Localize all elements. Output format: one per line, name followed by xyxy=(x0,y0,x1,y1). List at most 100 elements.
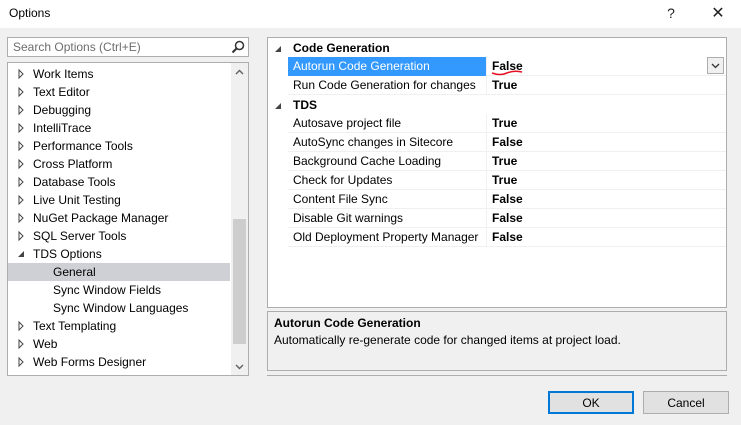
description-title: Autorun Code Generation xyxy=(274,316,421,330)
property-name-cell[interactable]: Old Deployment Property Manager xyxy=(288,228,487,247)
cancel-button[interactable]: Cancel xyxy=(643,391,729,414)
tree-expander[interactable] xyxy=(16,249,26,259)
tree-item[interactable]: Sync Window Fields xyxy=(8,281,230,299)
tree-item[interactable]: IntelliTrace xyxy=(8,119,230,137)
tree-item-label: SQL Server Tools xyxy=(33,229,127,243)
tree-item[interactable]: Text Templating xyxy=(8,317,230,335)
tree-item-label: NuGet Package Manager xyxy=(33,211,169,225)
tree-expander[interactable] xyxy=(16,87,26,97)
property-row[interactable]: Disable Git warnings False xyxy=(288,209,726,228)
tree-expander[interactable] xyxy=(16,159,26,169)
tree-scrollbar[interactable] xyxy=(231,63,248,375)
description-text: Automatically re-generate code for chang… xyxy=(274,333,621,347)
property-row[interactable]: Autosave project file True xyxy=(288,114,726,133)
tree-item[interactable]: Live Unit Testing xyxy=(8,191,230,209)
chevron-right-icon xyxy=(18,159,24,169)
property-value[interactable]: False xyxy=(492,211,523,225)
chevron-right-icon xyxy=(18,213,24,223)
tree-expander[interactable] xyxy=(16,69,26,79)
tree-item[interactable]: TDS Options xyxy=(8,245,230,263)
property-row[interactable]: Content File Sync False xyxy=(288,190,726,209)
tree-item-label: Web xyxy=(33,337,58,351)
property-row[interactable]: Autorun Code Generation False xyxy=(288,57,726,76)
tree-expander[interactable] xyxy=(16,141,26,151)
tree-item-label: Sync Window Languages xyxy=(53,301,189,315)
scroll-thumb[interactable] xyxy=(233,219,246,345)
property-name: Run Code Generation for changes xyxy=(293,78,476,92)
search-input[interactable] xyxy=(8,38,233,56)
tree-item-label: Web Forms Designer xyxy=(33,355,147,369)
property-name: AutoSync changes in Sitecore xyxy=(293,135,454,149)
chevron-right-icon xyxy=(18,141,24,151)
tree-item[interactable]: Performance Tools xyxy=(8,137,230,155)
chevron-right-icon xyxy=(18,123,24,133)
property-row[interactable]: Background Cache Loading True xyxy=(288,152,726,171)
property-row[interactable]: Check for Updates True xyxy=(288,171,726,190)
value-dropdown-button[interactable] xyxy=(707,57,724,74)
scroll-up-button[interactable] xyxy=(231,63,248,80)
tree-expander[interactable] xyxy=(16,123,26,133)
category-label: TDS xyxy=(293,98,317,112)
tree-expander[interactable] xyxy=(16,357,26,367)
tree-item-label: TDS Options xyxy=(33,247,102,261)
tree-expander[interactable] xyxy=(16,213,26,223)
property-row[interactable]: AutoSync changes in Sitecore False xyxy=(288,133,726,152)
tree-item[interactable]: Web Forms Designer xyxy=(8,353,230,371)
search-icon[interactable] xyxy=(231,40,245,54)
property-value[interactable]: True xyxy=(492,78,517,92)
close-button[interactable]: ✕ xyxy=(703,2,733,24)
chevron-right-icon xyxy=(18,87,24,97)
property-name: Autosave project file xyxy=(293,116,402,130)
category-expander[interactable] xyxy=(273,100,283,110)
property-row[interactable]: Old Deployment Property Manager False xyxy=(288,228,726,247)
tree-item[interactable]: Web xyxy=(8,335,230,353)
property-name-cell[interactable]: Autosave project file xyxy=(288,114,487,133)
property-name: Check for Updates xyxy=(293,173,393,187)
tree-expander[interactable] xyxy=(16,321,26,331)
description-panel: Autorun Code Generation Automatically re… xyxy=(267,311,727,371)
property-value[interactable]: True xyxy=(492,154,517,168)
tree-item[interactable]: SQL Server Tools xyxy=(8,227,230,245)
property-name: Content File Sync xyxy=(293,192,388,206)
tree-item[interactable]: Cross Platform xyxy=(8,155,230,173)
ok-button[interactable]: OK xyxy=(548,391,634,414)
property-value[interactable]: False xyxy=(492,192,523,206)
tree-item[interactable]: Database Tools xyxy=(8,173,230,191)
property-name-cell[interactable]: Content File Sync xyxy=(288,190,487,209)
chevron-right-icon xyxy=(18,69,24,79)
property-grid[interactable]: Code Generation Autorun Code Generation Fa… xyxy=(267,37,727,308)
tree-expander[interactable] xyxy=(16,339,26,349)
tree-item[interactable]: Work Items xyxy=(8,65,230,83)
chevron-right-icon xyxy=(18,105,24,115)
tree-item[interactable]: NuGet Package Manager xyxy=(8,209,230,227)
category-row[interactable]: Code Generation xyxy=(268,38,726,57)
scroll-down-button[interactable] xyxy=(231,358,248,375)
property-name-cell[interactable]: Autorun Code Generation xyxy=(288,57,487,76)
chevron-right-icon xyxy=(18,177,24,187)
tree-item[interactable]: Debugging xyxy=(8,101,230,119)
tree-expander[interactable] xyxy=(16,231,26,241)
property-value[interactable]: True xyxy=(492,173,517,187)
property-name-cell[interactable]: AutoSync changes in Sitecore xyxy=(288,133,487,152)
property-value[interactable]: True xyxy=(492,116,517,130)
property-row[interactable]: Run Code Generation for changes True xyxy=(288,76,726,95)
property-name-cell[interactable]: Disable Git warnings xyxy=(288,209,487,228)
property-name-cell[interactable]: Run Code Generation for changes xyxy=(288,76,487,95)
property-value[interactable]: False xyxy=(492,230,523,244)
tree-item-label: IntelliTrace xyxy=(33,121,92,135)
help-button[interactable]: ? xyxy=(656,2,686,24)
tree-item[interactable]: Sync Window Languages xyxy=(8,299,230,317)
property-name-cell[interactable]: Background Cache Loading xyxy=(288,152,487,171)
tree-item[interactable]: General xyxy=(8,263,230,281)
tree-item-label: Cross Platform xyxy=(33,157,113,171)
tree-item[interactable]: Text Editor xyxy=(8,83,230,101)
property-name-cell[interactable]: Check for Updates xyxy=(288,171,487,190)
tree-expander[interactable] xyxy=(16,105,26,115)
property-name: Background Cache Loading xyxy=(293,154,442,168)
property-value[interactable]: False xyxy=(492,135,523,149)
category-row[interactable]: TDS xyxy=(268,95,726,114)
category-expander[interactable] xyxy=(273,43,283,53)
options-tree[interactable]: Web Forms Designer Web Text Templating Sync… xyxy=(7,62,249,376)
tree-expander[interactable] xyxy=(16,177,26,187)
tree-expander[interactable] xyxy=(16,195,26,205)
